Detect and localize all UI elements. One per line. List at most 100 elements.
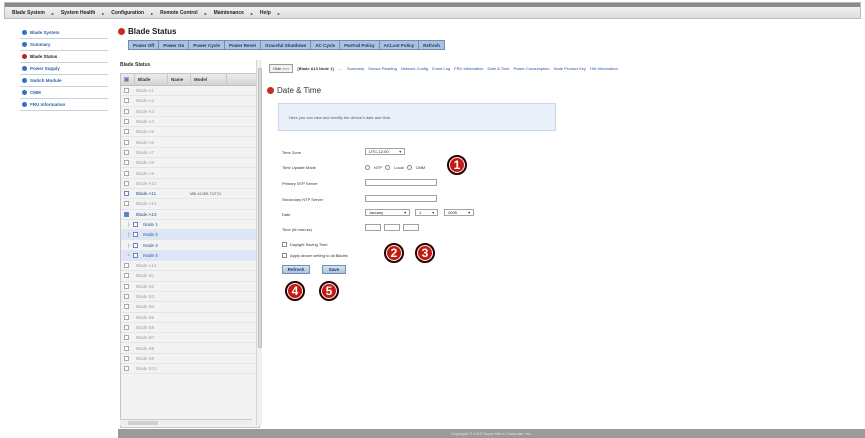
tab-fru-information[interactable]: FRU Information [454,66,483,71]
sidebar-item-blade-system[interactable]: Blade System [20,27,108,39]
scrollbar-thumb[interactable] [258,68,262,348]
table-row[interactable]: Blade A2 [121,96,259,107]
column-header-model[interactable]: Model [191,74,227,85]
row-checkbox[interactable] [124,180,129,186]
tab-power-consumption[interactable]: Power Consumption [514,66,550,71]
refresh-toolbar-button[interactable]: Refresh [419,41,444,49]
row-checkbox[interactable] [124,201,129,207]
row-checkbox[interactable] [124,98,129,104]
tab-network-config[interactable]: Network Config [401,66,428,71]
table-row[interactable]: Blade B4 [121,302,259,313]
table-row[interactable]: Blade A9 [121,168,259,179]
row-checkbox[interactable] [124,345,129,351]
table-row[interactable]: Blade B2 [121,282,259,292]
table-row[interactable]: Blade A3 [121,107,259,117]
row-checkbox[interactable] [124,119,129,125]
power-on-button[interactable]: Power On [159,41,190,49]
table-row[interactable]: Blade A13 [121,210,259,220]
row-checkbox[interactable] [133,242,139,248]
row-checkbox[interactable] [124,324,129,330]
table-row[interactable]: Blade A14 [121,261,259,272]
column-header-blade[interactable]: Blade [135,74,168,85]
table-row[interactable]: Blade A4 [121,117,259,128]
row-checkbox[interactable] [124,211,129,217]
row-checkbox[interactable] [124,366,129,372]
ac-cycle-button[interactable]: AC Cycle [311,41,341,49]
row-checkbox[interactable] [124,273,129,279]
refresh-button[interactable]: Refresh [282,265,310,274]
column-header-name[interactable]: Name [168,74,191,85]
secondary-ntp-input[interactable] [365,195,437,202]
dst-checkbox-row[interactable]: Daylight Saving Time [282,242,328,247]
row-checkbox[interactable] [124,294,129,300]
row-checkbox[interactable] [133,222,139,227]
row-checkbox[interactable] [133,252,139,258]
tab-event-log[interactable]: Event Log [432,66,450,71]
menu-blade-system[interactable]: Blade System ▸ [9,10,58,16]
row-checkbox[interactable] [124,170,129,176]
apply-all-checkbox-row[interactable]: Apply above setting to all Blades [282,253,348,258]
table-row[interactable]: Blade A10 [121,179,259,189]
table-row[interactable]: Blade B8 [121,343,259,354]
scrollbar-thumb[interactable] [128,421,158,425]
row-checkbox[interactable] [124,355,129,361]
pwrfail-policy-button[interactable]: PwrFail Policy [340,41,380,49]
table-row[interactable]: Blade A7 [121,148,259,159]
table-row[interactable]: ├ Node 1 [121,220,259,231]
power-cycle-button[interactable]: Power Cycle [189,41,226,49]
menu-help[interactable]: Help ▸ [257,10,284,16]
menu-maintenance[interactable]: Maintenance ▸ [211,10,257,16]
row-checkbox[interactable] [124,335,129,341]
table-row[interactable]: Blade B6 [121,323,259,334]
tab-sensor-reading[interactable]: Sensor Reading [368,66,397,71]
graceful-shutdown-button[interactable]: Graceful Shutdown [261,41,312,49]
time-zone-select[interactable]: UTC-12:00 ▼ [365,148,405,155]
row-checkbox[interactable] [124,191,129,197]
sidebar-item-blade-status[interactable]: Blade Status [20,51,108,63]
year-select[interactable]: 2005 ▼ [444,209,474,216]
cmm-radio[interactable] [406,165,412,170]
primary-ntp-input[interactable] [365,179,437,186]
sidebar-item-power-supply[interactable]: Power Supply [20,63,108,75]
hour-input[interactable] [365,224,381,231]
grid-vertical-scrollbar[interactable] [256,60,262,425]
row-checkbox[interactable] [124,149,129,155]
table-row[interactable]: Blade B10 [121,364,259,375]
table-row[interactable]: └ Node 4 [121,250,259,262]
tab-date-time[interactable]: Date & Time [488,66,510,71]
save-button[interactable]: Save [322,265,346,274]
row-checkbox[interactable] [124,314,129,320]
row-checkbox[interactable] [124,283,129,289]
power-off-button[interactable]: Power Off [129,41,160,49]
month-select[interactable]: January ▼ [365,209,410,216]
hide-panel-button[interactable]: Hide >>> [269,64,294,73]
row-checkbox[interactable] [124,88,129,94]
power-reset-button[interactable]: Power Reset [225,41,262,49]
row-checkbox[interactable] [124,129,129,135]
second-input[interactable] [403,224,419,231]
row-checkbox[interactable] [124,108,129,114]
table-row[interactable]: Blade A8 [121,158,259,169]
sidebar-item-switch-module[interactable]: Switch Module [20,75,108,87]
table-row[interactable]: Blade B9 [121,354,259,365]
local-radio[interactable] [385,165,390,170]
sidebar-item-fru-information[interactable]: FRU Information [20,99,108,111]
tab-hw-information[interactable]: HW Information [590,66,618,71]
row-checkbox[interactable] [133,232,139,238]
apply-all-checkbox[interactable] [282,253,287,258]
table-row[interactable]: Blade A5 [121,127,259,138]
menu-configuration[interactable]: Configuration ▸ [108,10,157,16]
tab-node-product-key[interactable]: Node Product Key [554,66,586,71]
table-row[interactable]: Blade B3 [121,292,259,303]
table-row[interactable]: Blade A11 MBI-6128R-T2/T2X [121,189,259,200]
grid-horizontal-scrollbar[interactable] [120,419,252,425]
table-row[interactable]: ├ Node 2 [121,230,259,241]
day-select[interactable]: 1 ▼ [415,209,438,216]
select-all-checkbox[interactable] [124,77,129,82]
row-checkbox[interactable] [124,160,129,166]
table-row[interactable]: Blade B1 [121,271,259,282]
table-row[interactable]: Blade A6 [121,137,259,148]
table-row[interactable]: Blade B5 [121,313,259,323]
sidebar-item-cmm[interactable]: CMM [20,87,108,99]
table-row[interactable]: Blade B7 [121,333,259,344]
